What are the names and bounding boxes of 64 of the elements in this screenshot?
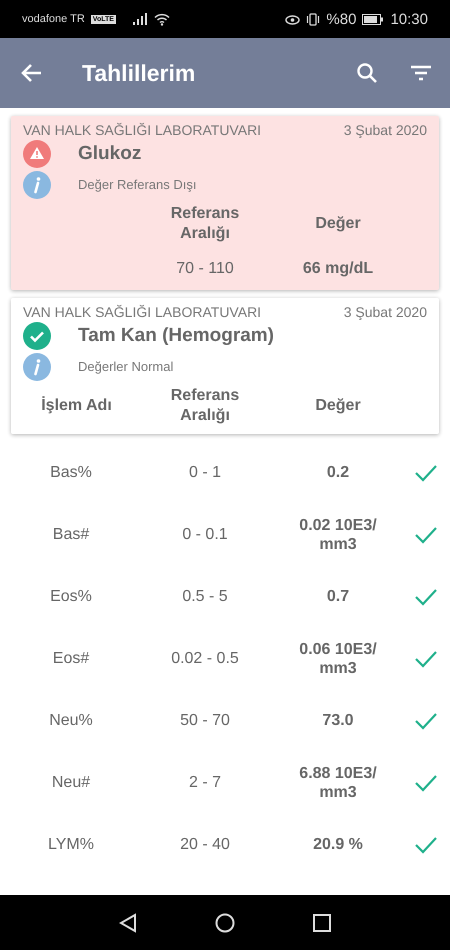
test-name: Neu% <box>48 711 94 731</box>
check-icon <box>414 588 438 606</box>
test-name: LYM% <box>47 835 95 855</box>
test-name: Eos% <box>49 587 93 607</box>
result-card[interactable]: VAN HALK SAĞLIĞI LABORATUVARI 3 Şubat 2020 Tam Kan (Hemogram) Değerler Normal İşlem Adı Referans Aralığı Değer <box>11 298 439 434</box>
battery-level: %80 <box>326 10 356 28</box>
filter-icon <box>410 65 432 81</box>
result-value: 0.2 <box>326 463 350 483</box>
search-icon <box>356 62 378 84</box>
test-name: Eos# <box>52 649 90 669</box>
column-header: Referans Aralığı <box>170 386 240 426</box>
test-name: Bas# <box>52 525 90 545</box>
result-value: 0.02 10E3/ mm3 <box>298 516 378 554</box>
test-name: Bas% <box>49 463 93 483</box>
result-value: 66 mg/dL <box>302 260 374 278</box>
carrier-name: vodafone TR <box>22 13 85 25</box>
vibrate-icon <box>306 12 320 26</box>
result-value: 0.06 10E3/ mm3 <box>298 640 378 678</box>
circle-icon <box>215 912 235 932</box>
check-icon <box>414 464 438 482</box>
check-circle-icon <box>23 322 51 350</box>
reference-range: 0 - 1 <box>188 463 222 483</box>
result-value: 20.9 % <box>312 835 364 855</box>
wifi-icon <box>154 12 170 26</box>
check-icon <box>414 650 438 668</box>
triangle-icon <box>119 912 137 932</box>
info-icon <box>23 352 51 380</box>
reference-range: 0.02 - 0.5 <box>170 649 240 669</box>
check-icon <box>414 526 438 544</box>
result-note: Değerler Normal <box>78 359 174 374</box>
result-value: 73.0 <box>321 711 355 731</box>
result-card[interactable]: VAN HALK SAĞLIĞI LABORATUVARI 3 Şubat 2020 Glukoz Değer Referans Dışı Referans Aralığı Değer 70 - 110 66 mg/dL <box>11 116 439 290</box>
warning-icon <box>23 140 51 168</box>
lab-name: VAN HALK SAĞLIĞI LABORATUVARI <box>23 304 262 320</box>
result-date: 3 Şubat 2020 <box>344 304 427 320</box>
result-date: 3 Şubat 2020 <box>344 122 427 138</box>
screen-title: Tahlillerim <box>82 60 196 86</box>
reference-range: 50 - 70 <box>179 711 231 731</box>
result-value: 6.88 10E3/ mm3 <box>298 764 378 802</box>
column-header: Değer <box>314 396 362 416</box>
result-value: 0.7 <box>326 587 350 607</box>
result-note: Değer Referans Dışı <box>78 177 196 192</box>
lab-name: VAN HALK SAĞLIĞI LABORATUVARI <box>23 122 262 138</box>
eye-icon <box>285 14 300 24</box>
column-header: Referans Aralığı <box>170 204 240 244</box>
check-icon <box>414 836 438 854</box>
back-arrow-icon <box>20 63 42 83</box>
reference-range: 0.5 - 5 <box>181 587 229 607</box>
column-header: Değer <box>314 214 362 234</box>
test-name: Glukoz <box>78 142 142 164</box>
signal-icon <box>132 13 148 25</box>
reference-range: 0 - 0.1 <box>181 525 229 545</box>
clock-time: 10:30 <box>390 10 428 28</box>
check-icon <box>414 712 438 730</box>
check-icon <box>414 774 438 792</box>
test-name: Neu# <box>50 773 92 793</box>
square-icon <box>313 914 331 932</box>
column-header: İşlem Adı <box>40 396 113 416</box>
test-name: Tam Kan (Hemogram) <box>78 324 274 346</box>
reference-range: 70 - 110 <box>175 260 235 278</box>
reference-range: 2 - 7 <box>188 773 222 793</box>
reference-range: 20 - 40 <box>179 835 231 855</box>
battery-icon <box>362 14 384 24</box>
info-icon <box>23 170 51 198</box>
